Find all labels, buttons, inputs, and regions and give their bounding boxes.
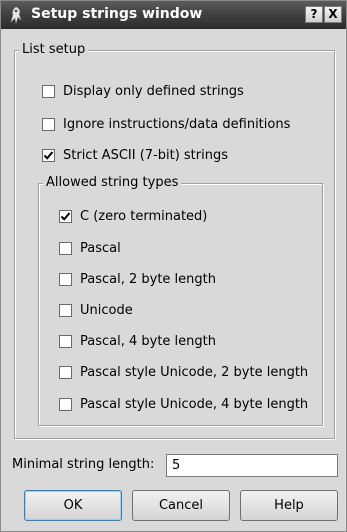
type-c-label: C (zero terminated) (80, 209, 208, 224)
list-setup-legend: List setup (19, 42, 89, 57)
display-defined-checkbox[interactable] (42, 85, 55, 98)
type-pascal-unicode-2byte-label: Pascal style Unicode, 2 byte length (80, 365, 309, 380)
type-pascal-unicode-4byte-label: Pascal style Unicode, 4 byte length (80, 397, 309, 412)
type-pascal-4byte-checkbox[interactable] (59, 335, 72, 348)
type-pascal-checkbox[interactable] (59, 242, 72, 255)
checkmark-icon (43, 151, 54, 160)
window-title: Setup strings window (31, 6, 203, 22)
type-pascal-unicode-2byte-checkbox[interactable] (59, 366, 72, 379)
checkmark-icon (60, 212, 71, 221)
app-icon (7, 6, 25, 25)
display-defined-label: Display only defined strings (63, 84, 244, 99)
ignore-instructions-label: Ignore instructions/data definitions (63, 117, 291, 132)
close-title-button[interactable]: X (324, 6, 342, 23)
ok-button[interactable]: OK (24, 490, 122, 521)
help-title-button[interactable]: ? (305, 6, 323, 23)
help-button[interactable]: Help (240, 490, 338, 521)
type-unicode-checkbox[interactable] (59, 304, 72, 317)
ignore-instructions-checkbox[interactable] (42, 118, 55, 131)
strict-ascii-label: Strict ASCII (7-bit) strings (63, 148, 228, 163)
min-length-label: Minimal string length: (12, 457, 155, 472)
strict-ascii-checkbox[interactable] (42, 149, 55, 162)
type-pascal-label: Pascal (80, 241, 121, 256)
type-c-checkbox[interactable] (59, 210, 72, 223)
type-pascal-4byte-label: Pascal, 4 byte length (80, 334, 216, 349)
type-pascal-2byte-label: Pascal, 2 byte length (80, 272, 216, 287)
setup-strings-dialog: Setup strings window ? X List setup Disp… (0, 0, 347, 532)
cancel-button[interactable]: Cancel (132, 490, 230, 521)
type-pascal-unicode-4byte-checkbox[interactable] (59, 398, 72, 411)
title-bar[interactable]: Setup strings window ? X (1, 1, 346, 29)
allowed-types-legend: Allowed string types (43, 175, 182, 190)
min-length-input[interactable] (166, 454, 338, 477)
type-pascal-2byte-checkbox[interactable] (59, 273, 72, 286)
type-unicode-label: Unicode (80, 303, 133, 318)
